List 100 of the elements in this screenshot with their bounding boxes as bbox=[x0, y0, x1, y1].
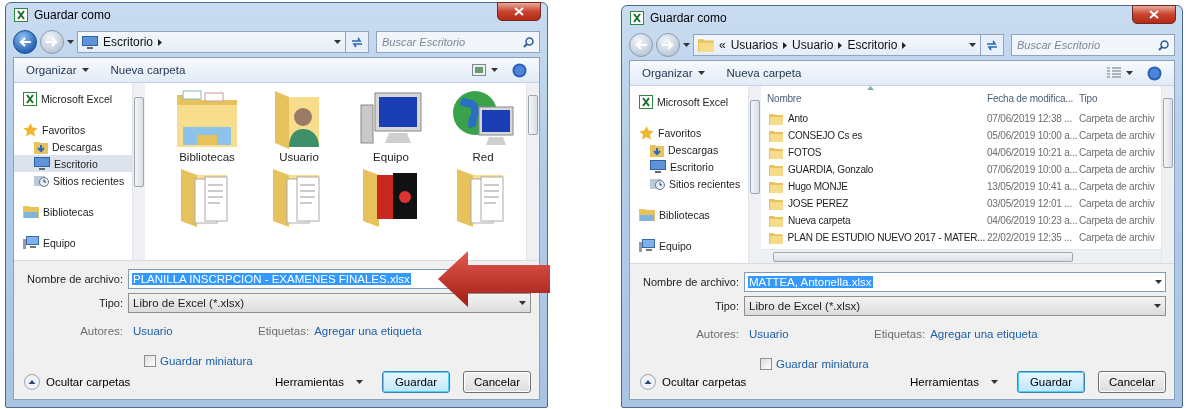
type-dropdown[interactable]: Libro de Excel (*.xlsx) bbox=[128, 292, 531, 313]
checkbox[interactable] bbox=[760, 358, 772, 370]
organize-button[interactable]: Organizar bbox=[26, 64, 89, 76]
tools-button[interactable]: Herramientas bbox=[268, 376, 369, 388]
column-header[interactable]: Fecha de modifica... bbox=[985, 92, 1077, 104]
tools-button[interactable]: Herramientas bbox=[903, 376, 1004, 388]
file-name[interactable]: CONSEJO Cs es bbox=[765, 129, 985, 142]
nav-item[interactable]: Sitios recientes bbox=[630, 175, 748, 192]
hide-folders-button[interactable]: Ocultar carpetas bbox=[640, 374, 747, 390]
refresh-icon bbox=[351, 36, 363, 48]
save-button[interactable]: Guardar bbox=[1017, 371, 1085, 393]
column-header[interactable]: Nombre bbox=[765, 92, 985, 104]
date-cell-text: 04/06/2019 10:23 a... bbox=[986, 215, 1077, 226]
authors-link[interactable]: Usuario bbox=[749, 328, 874, 340]
address-bar[interactable]: « Usuarios Usuario Escritorio bbox=[693, 34, 981, 56]
close-icon bbox=[1149, 10, 1159, 19]
search-field[interactable]: Buscar Escritorio bbox=[1011, 34, 1175, 56]
search-field[interactable]: Buscar Escritorio bbox=[376, 31, 540, 53]
checkbox-label[interactable]: Guardar miniatura bbox=[776, 358, 869, 370]
scrollbar[interactable] bbox=[748, 86, 761, 263]
nav-item[interactable]: Descargas bbox=[14, 138, 132, 155]
type-cell-text: Carpeta de archiv bbox=[1078, 130, 1156, 141]
address-bar[interactable]: Escritorio bbox=[77, 31, 346, 53]
file-name[interactable]: Nueva carpeta bbox=[765, 214, 985, 227]
forward-button[interactable] bbox=[656, 33, 680, 57]
item-label[interactable]: Red bbox=[472, 151, 494, 163]
file-name[interactable]: Hugo MONJE bbox=[765, 180, 985, 193]
breadcrumb-item[interactable]: Escritorio bbox=[103, 35, 153, 49]
new-folder-button[interactable]: Nueva carpeta bbox=[110, 64, 186, 76]
arrow-left-icon bbox=[19, 37, 31, 47]
item-label[interactable]: Usuario bbox=[279, 151, 319, 163]
desktop-icon bbox=[650, 160, 666, 173]
nav-item[interactable]: Bibliotecas bbox=[630, 206, 748, 223]
file-name[interactable]: FOTOS bbox=[765, 146, 985, 159]
type-cell-text: Carpeta de archiv bbox=[1078, 113, 1156, 124]
refresh-button[interactable] bbox=[345, 31, 369, 53]
organize-button[interactable]: Organizar bbox=[642, 67, 705, 79]
computer-icon bbox=[23, 235, 39, 250]
chevron-icon bbox=[158, 38, 162, 46]
close-button[interactable] bbox=[497, 2, 541, 21]
file-name[interactable]: JOSE PEREZ bbox=[765, 197, 985, 210]
breadcrumb-item[interactable]: Escritorio bbox=[847, 38, 898, 52]
refresh-button[interactable] bbox=[980, 34, 1004, 56]
nav-item[interactable]: Sitios recientes bbox=[14, 172, 132, 189]
view-button[interactable] bbox=[472, 64, 498, 76]
arrow-left-icon bbox=[635, 40, 647, 50]
item-label[interactable]: Bibliotecas bbox=[179, 151, 235, 163]
window-title: Guardar como bbox=[34, 8, 111, 22]
scrollbar[interactable] bbox=[132, 83, 145, 260]
folder-icon bbox=[769, 214, 783, 227]
caret-icon bbox=[334, 40, 341, 44]
nav-item[interactable]: Microsoft Excel bbox=[630, 93, 748, 110]
type-dropdown[interactable]: Libro de Excel (*.xlsx) bbox=[744, 295, 1166, 316]
breadcrumb-item[interactable]: Usuarios bbox=[730, 38, 779, 52]
overflow-mark[interactable]: « bbox=[719, 38, 726, 52]
checkbox[interactable] bbox=[144, 355, 156, 367]
horizontal-scrollbar[interactable] bbox=[761, 249, 1161, 263]
authors-link[interactable]: Usuario bbox=[133, 325, 258, 337]
item-label[interactable]: Equipo bbox=[373, 151, 409, 163]
cancel-button[interactable]: Cancelar bbox=[463, 371, 531, 393]
libraries-icon bbox=[175, 89, 239, 149]
new-folder-button[interactable]: Nueva carpeta bbox=[726, 67, 802, 79]
caret-icon bbox=[697, 71, 705, 75]
close-button[interactable] bbox=[1132, 5, 1176, 24]
view-button[interactable] bbox=[1107, 67, 1133, 79]
nav-item[interactable]: Bibliotecas bbox=[14, 203, 132, 220]
date-cell-text: 07/06/2019 10:00 a... bbox=[986, 164, 1077, 175]
add-tag-link[interactable]: Agregar una etiqueta bbox=[314, 325, 422, 337]
file-name[interactable]: GUARDIA, Gonzalo bbox=[765, 163, 985, 176]
nav-item[interactable]: Equipo bbox=[14, 234, 132, 251]
refresh-icon bbox=[986, 39, 998, 51]
back-button[interactable] bbox=[13, 30, 37, 54]
nav-item[interactable]: Escritorio bbox=[630, 158, 748, 175]
chevron-icon bbox=[838, 41, 843, 49]
hide-folders-button[interactable]: Ocultar carpetas bbox=[24, 374, 131, 390]
breadcrumb-item[interactable]: Usuario bbox=[792, 38, 834, 52]
nav-item[interactable]: Equipo bbox=[630, 237, 748, 254]
scrollbar[interactable] bbox=[1161, 86, 1174, 263]
spreadsheet-icon bbox=[639, 94, 653, 109]
type-cell-text: Carpeta de archiv bbox=[1078, 147, 1156, 158]
folder-icon bbox=[769, 180, 783, 193]
folder-icon bbox=[769, 163, 783, 176]
nav-item[interactable]: Descargas bbox=[630, 141, 748, 158]
recent-places-icon bbox=[650, 176, 665, 191]
save-button[interactable]: Guardar bbox=[382, 371, 450, 393]
checkbox-label[interactable]: Guardar miniatura bbox=[160, 355, 253, 367]
scrollbar[interactable] bbox=[526, 83, 539, 260]
nav-item[interactable]: Favoritos bbox=[14, 121, 132, 138]
cancel-button[interactable]: Cancelar bbox=[1098, 371, 1166, 393]
nav-item[interactable]: Favoritos bbox=[630, 124, 748, 141]
spreadsheet-icon bbox=[14, 8, 28, 22]
file-name[interactable]: Anto bbox=[765, 112, 985, 125]
search-icon bbox=[1158, 39, 1169, 51]
folder-icon bbox=[769, 231, 783, 244]
nav-item[interactable]: Microsoft Excel bbox=[14, 90, 132, 107]
history-caret-icon bbox=[67, 40, 74, 44]
nav-item[interactable]: Escritorio bbox=[14, 155, 132, 172]
file-name[interactable]: PLAN DE ESTUDIO NUEVO 2017 - MATER... bbox=[765, 231, 985, 244]
column-header[interactable]: Tipo bbox=[1077, 92, 1159, 104]
add-tag-link[interactable]: Agregar una etiqueta bbox=[930, 328, 1038, 340]
